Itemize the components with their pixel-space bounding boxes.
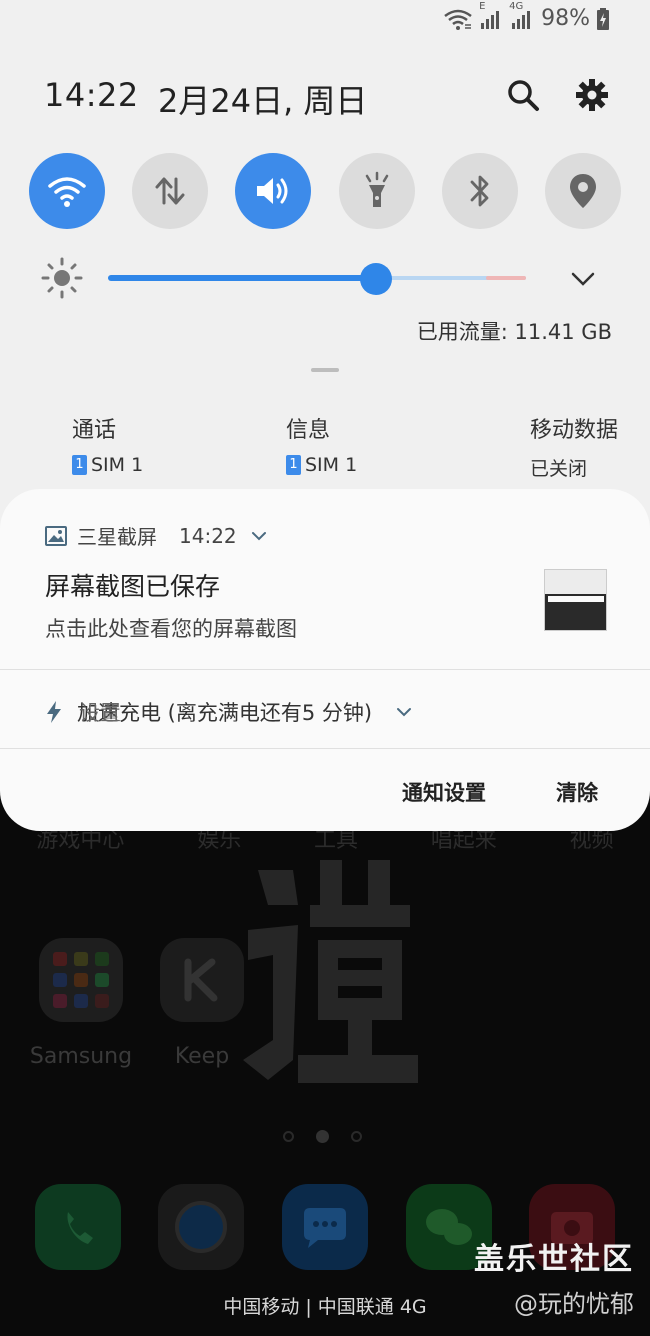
wifi-icon: [48, 177, 86, 207]
chevron-down-icon[interactable]: [251, 530, 267, 542]
page-indicator: [283, 1130, 362, 1143]
app-label: Keep: [174, 1044, 230, 1069]
keep-logo-icon: [184, 958, 218, 1002]
sim-badge-icon: 1: [285, 455, 301, 475]
screenshot-thumbnail[interactable]: [544, 569, 607, 631]
sim-messages-value-row: 1 SIM 1: [285, 454, 358, 476]
chevron-down-icon[interactable]: [396, 706, 412, 718]
notification-shade: E 4G 98% 14:22 2月24日, 周日 已用流量: 11.41 GB …: [0, 0, 650, 540]
bluetooth-icon: [470, 175, 489, 207]
search-button[interactable]: [502, 74, 544, 116]
sim-messages[interactable]: 信息 1 SIM 1: [285, 412, 358, 481]
watermark-site: 盖乐世社区: [474, 1242, 634, 1277]
page-dot: [351, 1131, 362, 1142]
sim-info-row: 通话 1 SIM 1 信息 1 SIM 1 移动数据 已关闭: [72, 412, 618, 481]
sim-mobile-data-value: 已关闭: [529, 458, 587, 480]
sim-calls-title: 通话: [72, 418, 117, 443]
notification-time: 14:22: [179, 523, 237, 548]
sim-calls-value-row: 1 SIM 1: [72, 454, 143, 476]
sim-messages-value: SIM 1: [304, 454, 358, 476]
keep-icon: [160, 938, 244, 1022]
notification-body[interactable]: 点击此处查看您的屏幕截图: [45, 613, 297, 643]
search-icon: [508, 80, 539, 111]
notification-actions: 通知设置 清除: [402, 777, 598, 807]
sound-icon: [257, 178, 288, 204]
signal-1-icon: E: [479, 1, 503, 31]
watermark-user: @玩的忧郁: [514, 1290, 634, 1318]
app-keep[interactable]: Keep: [147, 938, 257, 1069]
wifi-status-icon: [444, 9, 472, 30]
samsung-folder-icon: [39, 938, 123, 1022]
page-dot-active: [316, 1130, 329, 1143]
thumbnail-mid: [548, 596, 604, 602]
flashlight-toggle[interactable]: [338, 153, 415, 229]
brightness-row: [40, 256, 616, 302]
battery-percent: 98%: [541, 6, 590, 31]
gear-icon: [576, 79, 608, 111]
status-bar: E 4G 98%: [443, 1, 610, 31]
notification-title[interactable]: 屏幕截图已保存: [45, 567, 220, 603]
browser-app-icon[interactable]: [158, 1184, 245, 1270]
sim-calls-value: SIM 1: [91, 454, 144, 476]
sim-badge-icon: 1: [72, 455, 87, 475]
mobile-data-icon: [155, 177, 185, 205]
notification-app-name: 三星截屏: [77, 525, 157, 549]
divider: [0, 669, 650, 670]
clock[interactable]: 14:22: [44, 76, 139, 114]
brightness-expand-button[interactable]: [568, 264, 598, 294]
battery-charging-icon: [597, 7, 609, 30]
date[interactable]: 2月24日, 周日: [158, 76, 367, 122]
app-samsung-folder[interactable]: Samsung: [26, 938, 136, 1069]
app-label: Samsung: [29, 1044, 133, 1069]
thumbnail-top: [545, 570, 606, 594]
page-dot: [283, 1131, 294, 1142]
clear-button[interactable]: 清除: [556, 777, 598, 807]
phone-app-icon[interactable]: [34, 1184, 121, 1270]
settings-button[interactable]: [571, 74, 613, 116]
signal-2-icon: 4G: [509, 1, 535, 31]
sim-messages-title: 信息: [285, 418, 330, 443]
notification-settings-button[interactable]: 通知设置: [402, 777, 486, 807]
location-icon: [569, 174, 596, 208]
brightness-slider-fill: [108, 275, 376, 281]
quick-toggles: [29, 153, 621, 229]
wallpaper-glyph: [243, 860, 418, 1083]
sim-calls[interactable]: 通话 1 SIM 1: [72, 412, 143, 481]
phone-handset-icon: [67, 1212, 93, 1244]
chat-bubble-icon: [303, 1208, 346, 1248]
divider: [0, 748, 650, 749]
shade-drag-handle[interactable]: [311, 368, 339, 372]
chevron-down-icon: [571, 272, 595, 286]
folder-grid-icon: [53, 952, 109, 1008]
browser-globe-icon: [175, 1201, 228, 1253]
messages-app-icon[interactable]: [281, 1184, 368, 1270]
brightness-slider-thumb[interactable]: [359, 263, 392, 295]
charging-notification[interactable]: 设置 加速充电 (离充满电还有5 分钟): [45, 697, 412, 727]
notification-card: 三星截屏 14:22 屏幕截图已保存 点击此处查看您的屏幕截图 设置 加速充电 …: [0, 489, 650, 831]
brightness-icon: [41, 257, 83, 299]
bluetooth-toggle[interactable]: [441, 153, 518, 229]
data-usage-label: 已用流量: 11.41 GB: [416, 320, 612, 344]
charging-app-name: 设置: [79, 701, 121, 725]
mobile-data-toggle[interactable]: [132, 153, 209, 229]
sim-mobile-data-title: 移动数据: [529, 418, 618, 443]
sound-toggle[interactable]: [235, 153, 312, 229]
sim-mobile-data[interactable]: 移动数据 已关闭: [530, 412, 618, 481]
flashlight-icon: [365, 171, 388, 207]
wifi-toggle[interactable]: [29, 153, 105, 229]
brightness-high-zone: [486, 276, 526, 280]
screenshot-notification-header[interactable]: 三星截屏 14:22: [45, 521, 267, 550]
image-icon: [45, 525, 67, 546]
location-toggle[interactable]: [544, 153, 621, 229]
